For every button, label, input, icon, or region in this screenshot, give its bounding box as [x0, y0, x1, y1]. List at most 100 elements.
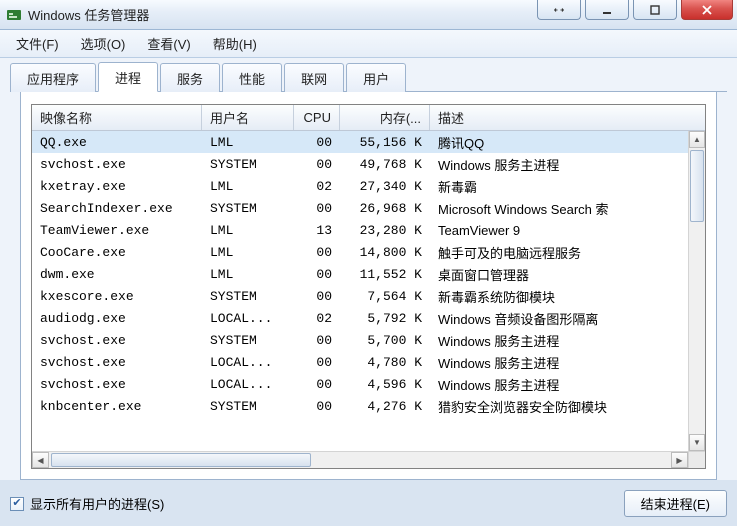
tab-performance[interactable]: 性能: [222, 63, 282, 92]
table-row[interactable]: svchost.exeLOCAL...004,596 KWindows 服务主进…: [32, 373, 688, 395]
show-all-users-checkbox[interactable]: ✔ 显示所有用户的进程(S): [10, 494, 164, 513]
cell-name: svchost.exe: [32, 157, 202, 172]
menu-options[interactable]: 选项(O): [71, 31, 136, 56]
table-row[interactable]: svchost.exeSYSTEM005,700 KWindows 服务主进程: [32, 329, 688, 351]
scroll-up-button[interactable]: ▲: [689, 131, 705, 148]
cell-desc: Windows 服务主进程: [430, 331, 688, 350]
menu-file[interactable]: 文件(F): [6, 31, 69, 56]
scroll-down-button[interactable]: ▼: [689, 434, 705, 451]
column-header-mem[interactable]: 内存(...: [340, 105, 430, 130]
process-list-header: 映像名称 用户名 CPU 内存(... 描述: [32, 105, 705, 131]
table-row[interactable]: svchost.exeSYSTEM0049,768 KWindows 服务主进程: [32, 153, 688, 175]
cell-cpu: 00: [294, 355, 340, 370]
title-bar: Windows 任务管理器: [0, 0, 737, 30]
cell-name: svchost.exe: [32, 333, 202, 348]
menu-bar: 文件(F) 选项(O) 查看(V) 帮助(H): [0, 30, 737, 58]
cell-cpu: 00: [294, 289, 340, 304]
table-row[interactable]: QQ.exeLML0055,156 K腾讯QQ: [32, 131, 688, 153]
cell-name: SearchIndexer.exe: [32, 201, 202, 216]
cell-name: CooCare.exe: [32, 245, 202, 260]
vscroll-thumb[interactable]: [690, 150, 704, 222]
table-row[interactable]: knbcenter.exeSYSTEM004,276 K猎豹安全浏览器安全防御模…: [32, 395, 688, 417]
process-list-body[interactable]: QQ.exeLML0055,156 K腾讯QQsvchost.exeSYSTEM…: [32, 131, 688, 451]
cell-desc: Windows 服务主进程: [430, 353, 688, 372]
cell-mem: 5,792 K: [340, 311, 430, 326]
column-header-scrollgap: [688, 105, 705, 130]
cell-mem: 7,564 K: [340, 289, 430, 304]
cell-desc: 新毒霸系统防御模块: [430, 287, 688, 306]
vertical-scrollbar[interactable]: ▲ ▼: [688, 131, 705, 451]
menu-view[interactable]: 查看(V): [137, 31, 200, 56]
scroll-right-button[interactable]: ▶: [671, 452, 688, 468]
table-row[interactable]: CooCare.exeLML0014,800 K触手可及的电脑远程服务: [32, 241, 688, 263]
show-all-users-label: 显示所有用户的进程(S): [30, 494, 164, 513]
window-controls: [537, 0, 733, 20]
cell-user: SYSTEM: [202, 157, 294, 172]
vscroll-track[interactable]: [689, 148, 705, 434]
cell-user: LML: [202, 245, 294, 260]
tab-services[interactable]: 服务: [160, 63, 220, 92]
column-header-cpu[interactable]: CPU: [294, 105, 340, 130]
hscroll-thumb[interactable]: [51, 453, 311, 467]
bottom-bar: ✔ 显示所有用户的进程(S) 结束进程(E): [10, 490, 727, 517]
end-process-button[interactable]: 结束进程(E): [624, 490, 727, 517]
column-header-desc[interactable]: 描述: [430, 105, 688, 130]
cell-mem: 55,156 K: [340, 135, 430, 150]
table-row[interactable]: dwm.exeLML0011,552 K桌面窗口管理器: [32, 263, 688, 285]
checkbox-box[interactable]: ✔: [10, 497, 24, 511]
cell-name: dwm.exe: [32, 267, 202, 282]
maximize-button[interactable]: [633, 0, 677, 20]
tab-applications[interactable]: 应用程序: [10, 63, 96, 92]
cell-mem: 27,340 K: [340, 179, 430, 194]
cell-cpu: 00: [294, 267, 340, 282]
cell-user: LML: [202, 135, 294, 150]
table-row[interactable]: kxescore.exeSYSTEM007,564 K新毒霸系统防御模块: [32, 285, 688, 307]
cell-mem: 49,768 K: [340, 157, 430, 172]
cell-desc: 触手可及的电脑远程服务: [430, 243, 688, 262]
window-title: Windows 任务管理器: [28, 5, 149, 24]
cell-user: LML: [202, 267, 294, 282]
cell-name: knbcenter.exe: [32, 399, 202, 414]
cell-desc: Windows 服务主进程: [430, 155, 688, 174]
cell-user: SYSTEM: [202, 201, 294, 216]
scrollbar-corner: [688, 452, 705, 468]
table-row[interactable]: TeamViewer.exeLML1323,280 KTeamViewer 9: [32, 219, 688, 241]
cell-cpu: 00: [294, 135, 340, 150]
cell-mem: 5,700 K: [340, 333, 430, 348]
cell-cpu: 00: [294, 333, 340, 348]
cell-cpu: 00: [294, 399, 340, 414]
restore-secondary-button[interactable]: [537, 0, 581, 20]
process-list: 映像名称 用户名 CPU 内存(... 描述 QQ.exeLML0055,156…: [31, 104, 706, 469]
table-row[interactable]: SearchIndexer.exeSYSTEM0026,968 KMicroso…: [32, 197, 688, 219]
cell-mem: 4,780 K: [340, 355, 430, 370]
horizontal-scrollbar[interactable]: ◀ ▶: [32, 451, 705, 468]
cell-cpu: 02: [294, 179, 340, 194]
cell-cpu: 13: [294, 223, 340, 238]
cell-mem: 26,968 K: [340, 201, 430, 216]
cell-user: LOCAL...: [202, 311, 294, 326]
column-header-name[interactable]: 映像名称: [32, 105, 202, 130]
table-row[interactable]: kxetray.exeLML0227,340 K新毒霸: [32, 175, 688, 197]
table-row[interactable]: svchost.exeLOCAL...004,780 KWindows 服务主进…: [32, 351, 688, 373]
scroll-left-button[interactable]: ◀: [32, 452, 49, 468]
hscroll-track[interactable]: [49, 452, 671, 468]
cell-mem: 4,596 K: [340, 377, 430, 392]
minimize-button[interactable]: [585, 0, 629, 20]
menu-help[interactable]: 帮助(H): [203, 31, 267, 56]
cell-desc: 桌面窗口管理器: [430, 265, 688, 284]
tab-networking[interactable]: 联网: [284, 63, 344, 92]
cell-desc: Microsoft Windows Search 索: [430, 199, 688, 218]
cell-desc: Windows 服务主进程: [430, 375, 688, 394]
cell-name: svchost.exe: [32, 377, 202, 392]
check-icon: ✔: [12, 498, 21, 509]
close-button[interactable]: [681, 0, 733, 20]
table-row[interactable]: audiodg.exeLOCAL...025,792 KWindows 音频设备…: [32, 307, 688, 329]
cell-cpu: 02: [294, 311, 340, 326]
tab-processes[interactable]: 进程: [98, 62, 158, 92]
cell-name: kxescore.exe: [32, 289, 202, 304]
cell-cpu: 00: [294, 201, 340, 216]
column-header-user[interactable]: 用户名: [202, 105, 294, 130]
cell-name: audiodg.exe: [32, 311, 202, 326]
tab-users[interactable]: 用户: [346, 63, 406, 92]
app-icon: [6, 7, 22, 23]
